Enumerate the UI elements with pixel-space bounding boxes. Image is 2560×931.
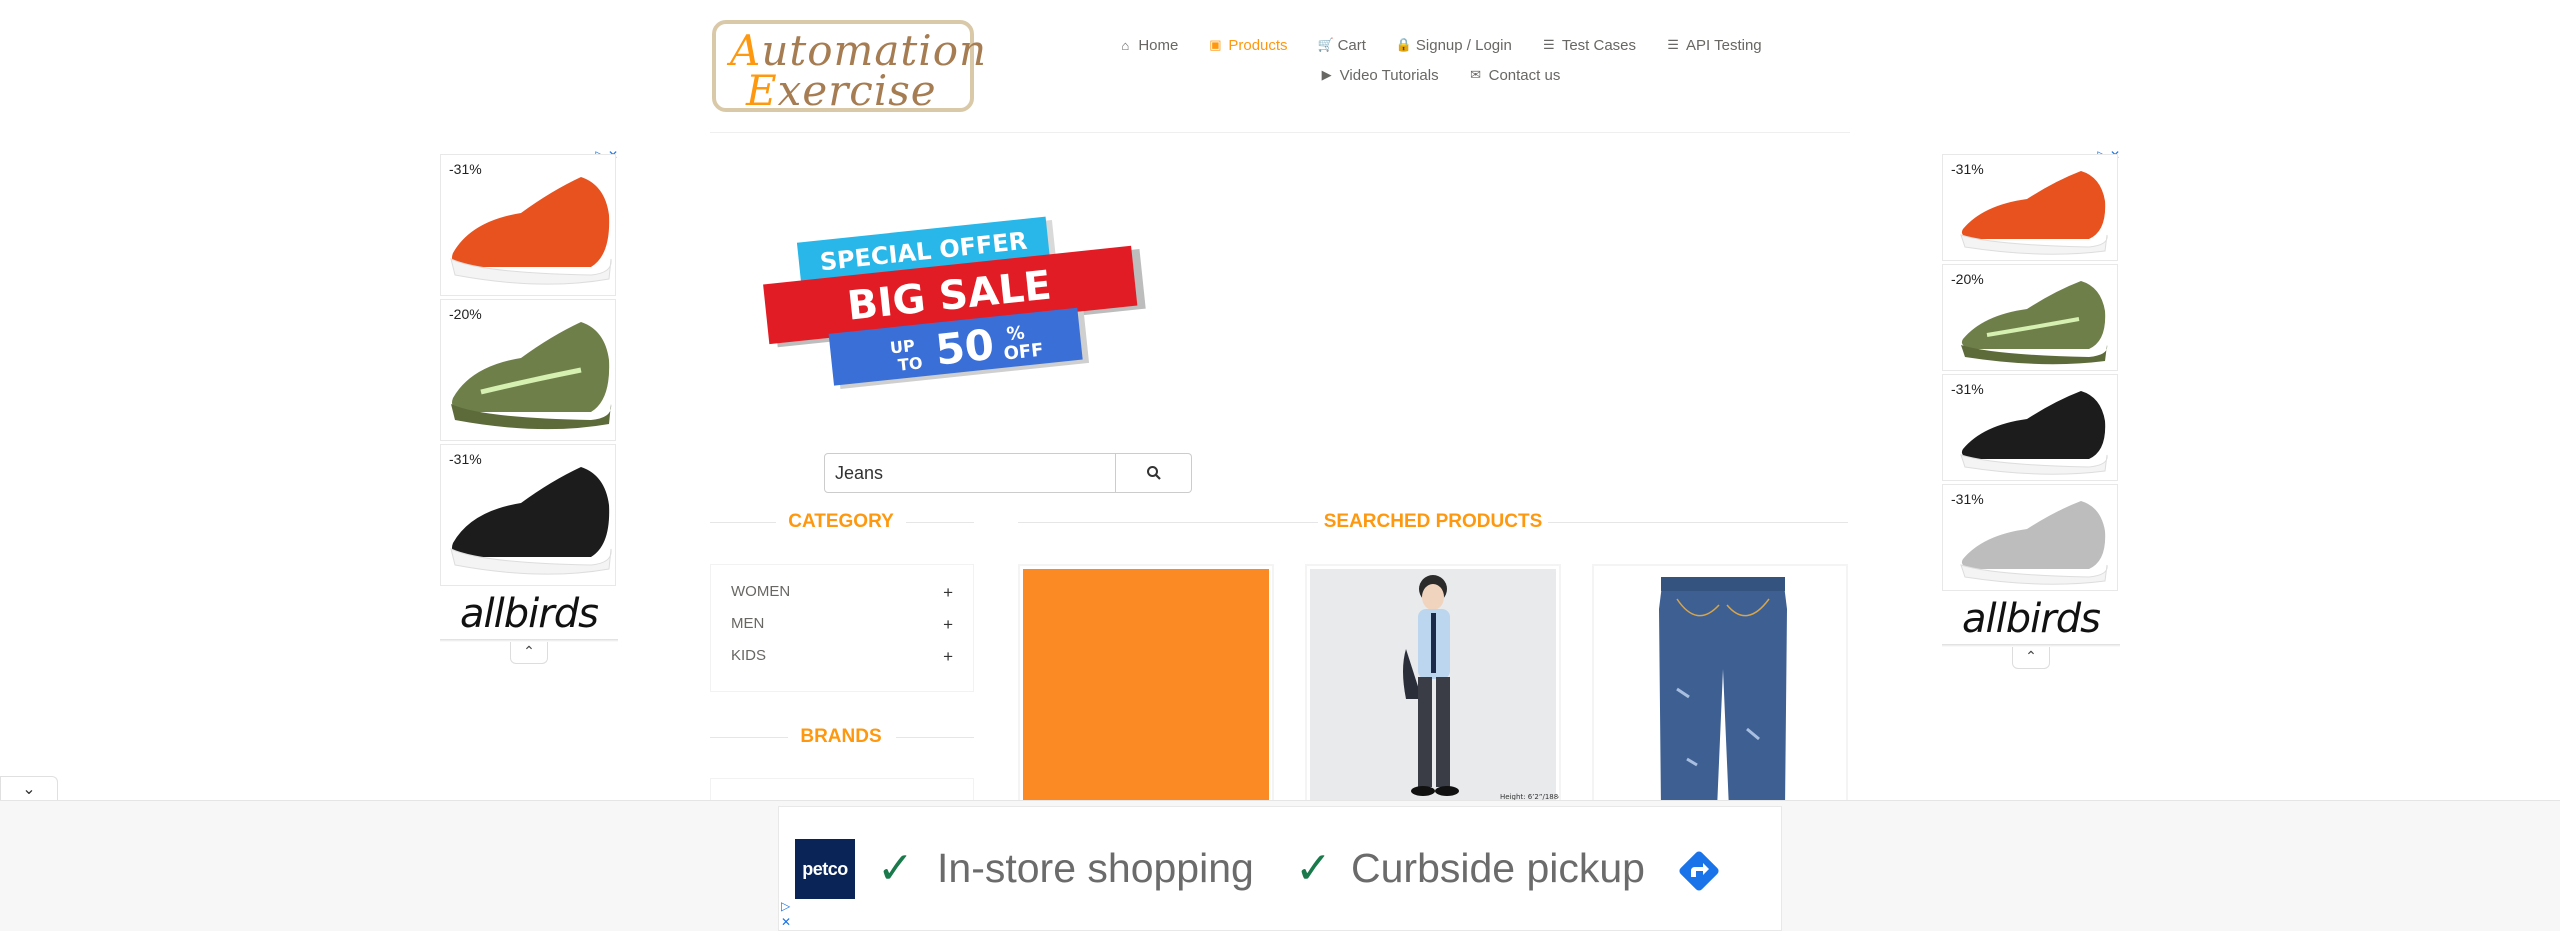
ad-shoe-orange[interactable]: -31% [440, 154, 616, 296]
ad-shoe-black[interactable]: -31% [440, 444, 616, 586]
model-photo: Height: 6’2”/188cm [1403, 575, 1559, 801]
product-card[interactable]: Height: 6’2”/188cm [1305, 564, 1561, 804]
category-rule-right [906, 522, 974, 523]
cart-icon: 🛒 [1317, 37, 1334, 52]
right-side-ad[interactable]: ▷ ✕ -31% -20% -31% -31% allbirds ⌃ [1942, 148, 2120, 669]
nav-contact-label: Contact us [1488, 66, 1561, 84]
ad-shoe-orange[interactable]: -31% [1942, 154, 2118, 261]
product-card[interactable] [1592, 564, 1848, 804]
site-logo[interactable]: Automation Exercise [712, 20, 986, 115]
discount-badge: -31% [1951, 161, 1984, 177]
search-input[interactable] [824, 453, 1116, 493]
youtube-icon: ▶ [1321, 67, 1332, 82]
banner-to: TO [897, 353, 923, 374]
list-icon: ☰ [1543, 37, 1555, 52]
sale-banner-graphic: SPECIAL OFFER BIG SALE UP TO 50 % OFF [763, 216, 1146, 389]
discount-badge: -31% [1951, 381, 1984, 397]
nav-products-label: Products [1228, 36, 1288, 54]
product-image [1023, 569, 1269, 802]
petco-logo[interactable]: petco [795, 839, 855, 899]
chevron-down-icon[interactable]: ⌄ [0, 776, 58, 802]
ad-brand-logo[interactable]: allbirds [1942, 594, 2120, 644]
ad-shoe-green[interactable]: -20% [440, 299, 616, 441]
discount-badge: -20% [449, 306, 482, 322]
products-icon: ▣ [1209, 37, 1222, 52]
category-panel: WOMEN + MEN + KIDS + [710, 564, 974, 692]
ad-shoe-grey[interactable]: -31% [1942, 484, 2118, 591]
products-rule-right [1548, 522, 1848, 523]
left-side-ad[interactable]: ▷ ✕ -31% -20% -31% allbirds ⌃ [440, 148, 618, 664]
search-button[interactable] [1116, 453, 1192, 493]
ad-shoe-black[interactable]: -31% [1942, 374, 2118, 481]
nav-signup-label: Signup / Login [1415, 36, 1512, 54]
ad-shoe-green[interactable]: -20% [1942, 264, 2118, 371]
banner-50: 50 [933, 320, 996, 375]
search-icon [1146, 466, 1161, 480]
plus-icon[interactable]: + [943, 647, 953, 667]
nav-products[interactable]: ▣ Products [1208, 37, 1287, 54]
category-label: KIDS [731, 647, 767, 664]
nav-video-tutorials[interactable]: ▶ Video Tutorials [1320, 67, 1439, 84]
brands-rule-left [710, 737, 788, 738]
directions-icon[interactable] [1677, 849, 1721, 893]
close-ad-icon[interactable]: ✕ [781, 915, 791, 929]
product-image: Height: 6’2”/188cm [1310, 569, 1559, 802]
nav-api-testing-label: API Testing [1686, 36, 1762, 54]
plus-icon[interactable]: + [943, 615, 953, 635]
nav-cart[interactable]: 🛒 Cart [1318, 37, 1366, 54]
check-icon: ✓ [877, 844, 914, 893]
jeans-photo [1659, 577, 1787, 802]
category-kids[interactable]: KIDS + [731, 647, 953, 667]
discount-badge: -31% [1951, 491, 1984, 507]
ad-in-store-shopping: In-store shopping [937, 845, 1254, 891]
nav-home-label: Home [1138, 36, 1179, 54]
lock-icon: 🔒 [1395, 37, 1413, 52]
nav-video-label: Video Tutorials [1339, 66, 1439, 84]
discount-badge: -31% [449, 451, 482, 467]
chevron-up-icon[interactable]: ⌃ [510, 642, 548, 664]
home-icon: ⌂ [1121, 37, 1130, 53]
discount-badge: -31% [449, 161, 482, 177]
products-rule-left [1018, 522, 1318, 523]
logo-line-2: Exercise [746, 66, 937, 115]
envelope-icon: ✉ [1470, 67, 1482, 82]
discount-badge: -20% [1951, 271, 1984, 287]
header-divider [710, 132, 1850, 133]
main-nav: ⌂ Home ▣ Products 🛒 Cart 🔒 Signup / Logi… [1110, 30, 1770, 90]
banner-off: OFF [1003, 340, 1045, 365]
chevron-up-icon[interactable]: ⌃ [2012, 647, 2050, 669]
list-icon: ☰ [1667, 37, 1679, 52]
category-rule-left [710, 522, 776, 523]
product-image [1597, 569, 1843, 802]
nav-contact-us[interactable]: ✉ Contact us [1469, 66, 1561, 84]
category-label: WOMEN [731, 583, 791, 600]
brands-rule-right [896, 737, 974, 738]
product-search [824, 453, 1192, 493]
category-men[interactable]: MEN + [731, 615, 953, 635]
check-icon: ✓ [1295, 844, 1332, 893]
category-women[interactable]: WOMEN + [731, 583, 953, 603]
brands-title: BRANDS [800, 726, 882, 747]
searched-products-title: SEARCHED PRODUCTS [1323, 511, 1543, 532]
category-label: MEN [731, 615, 765, 632]
nav-cart-label: Cart [1337, 36, 1366, 54]
special-offer-banner: SPECIAL OFFER BIG SALE UP TO 50 % OFF [760, 212, 1160, 392]
ad-brand-logo[interactable]: allbirds [440, 589, 618, 639]
ad-curbside-pickup: Curbside pickup [1351, 845, 1645, 891]
plus-icon[interactable]: + [943, 583, 953, 603]
nav-signup-login[interactable]: 🔒 Signup / Login [1396, 37, 1512, 54]
bottom-banner-ad[interactable]: petco ✓ In-store shopping ✓ Curbside pic… [778, 806, 1782, 931]
product-card[interactable] [1018, 564, 1274, 804]
nav-home[interactable]: ⌂ Home [1118, 37, 1178, 54]
nav-api-testing[interactable]: ☰ API Testing [1666, 36, 1762, 54]
nav-test-cases[interactable]: ☰ Test Cases [1542, 37, 1636, 54]
category-title: CATEGORY [788, 511, 894, 532]
ad-choices-icon[interactable]: ▷ [781, 899, 790, 913]
nav-test-cases-label: Test Cases [1561, 36, 1637, 54]
